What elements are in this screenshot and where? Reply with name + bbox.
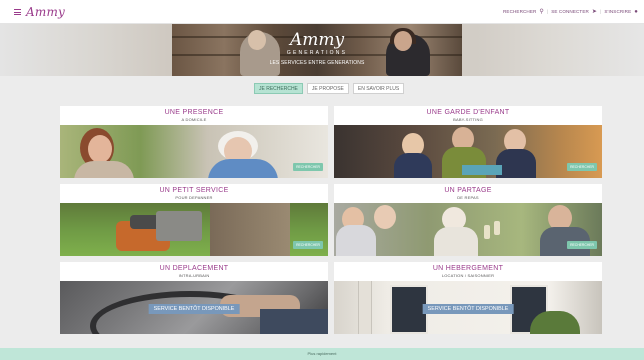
tab-je-recherche[interactable]: JE RECHERCHE [254,83,303,94]
hero-logo: Ammy [289,30,345,50]
card-photo [334,203,602,256]
service-card-partage[interactable]: UN PARTAGE DE REPAS RECHERCHER [334,184,602,256]
card-subtitle: LOCATION / SAISONNIER [441,273,495,278]
service-card-petit-service[interactable]: UN PETIT SERVICE POUR DEPANNER RECHERCHE… [60,184,328,256]
hero-photo: Ammy GENERATIONS LES SERVICES ENTRE GENE… [172,24,462,76]
card-title: UN PARTAGE [444,187,492,194]
card-title: UN HEBERGEMENT [432,265,504,272]
top-bar: Ammy RECHERCHER ⚲ | SE CONNECTER ➤ | S'I… [0,0,644,24]
nav-separator: | [546,9,549,14]
user-icon[interactable]: ● [634,9,638,15]
card-subtitle: A DOMICILE [181,117,207,122]
card-title: UNE PRESENCE [164,109,224,116]
card-subtitle: INTRA-URBAIN [178,273,210,278]
card-photo [60,203,328,256]
nav-separator: | [600,9,602,14]
hero-subtitle: GENERATIONS [286,50,348,56]
card-title: UNE GARDE D'ENFANT [426,109,510,116]
search-button[interactable]: RECHERCHER [293,241,323,249]
card-photo [334,125,602,178]
search-button[interactable]: RECHERCHER [293,163,323,171]
card-title: UN PETIT SERVICE [159,187,229,194]
tab-en-savoir-plus[interactable]: EN SAVOIR PLUS [352,83,405,94]
service-card-garde-enfant[interactable]: UNE GARDE D'ENFANT BABY-SITTING RECHERCH… [334,106,602,178]
service-card-presence[interactable]: UNE PRESENCE A DOMICILE RECHERCHER [60,106,328,178]
footer-bar[interactable]: Plus rapidement [0,348,644,360]
service-soon-button[interactable]: SERVICE BENTÔT DISPONIBLE [148,304,240,314]
card-subtitle: BABY-SITTING [453,117,483,122]
hamburger-menu-icon[interactable] [14,9,21,15]
nav-register-link[interactable]: S'INSCRIRE [604,9,631,14]
tab-je-propose[interactable]: JE PROPOSE [306,83,349,94]
nav-search-link[interactable]: RECHERCHER [503,9,536,14]
service-card-deplacement[interactable]: UN DEPLACEMENT INTRA-URBAIN SERVICE BENT… [60,262,328,334]
hero-banner: Ammy GENERATIONS LES SERVICES ENTRE GENE… [0,24,644,76]
search-icon[interactable]: ⚲ [539,8,544,15]
search-button[interactable]: RECHERCHER [567,163,597,171]
service-card-hebergement[interactable]: UN HEBERGEMENT LOCATION / SAISONNIER SER… [334,262,602,334]
search-button[interactable]: RECHERCHER [567,241,597,249]
hero-tagline: LES SERVICES ENTRE GENERATIONS [269,60,365,66]
login-icon[interactable]: ➤ [592,8,597,15]
card-subtitle: POUR DEPANNER [175,195,213,200]
card-subtitle: DE REPAS [457,195,479,200]
nav-login-link[interactable]: SE CONNECTER [551,9,589,14]
service-soon-button[interactable]: SERVICE BENTÔT DISPONIBLE [422,304,514,314]
top-navigation: RECHERCHER ⚲ | SE CONNECTER ➤ | S'INSCRI… [503,8,638,16]
tab-bar: JE RECHERCHE JE PROPOSE EN SAVOIR PLUS [254,83,405,94]
card-title: UN DEPLACEMENT [159,265,229,272]
brand-logo[interactable]: Ammy [26,5,65,19]
card-photo [60,125,328,178]
